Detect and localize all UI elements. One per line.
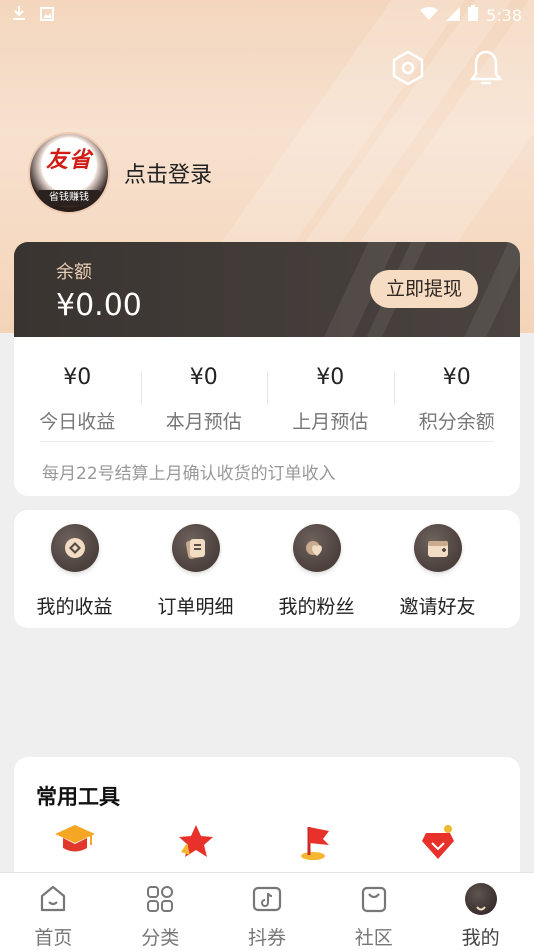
quick-menu: 我的收益 订单明细 我的粉丝 邀请好友	[14, 510, 520, 628]
download-icon	[12, 5, 26, 25]
stat-label: 今日收益	[39, 411, 116, 433]
profile-section[interactable]: 友省 省钱赚钱 点击登录	[28, 132, 212, 214]
home-icon	[0, 883, 107, 915]
tab-me[interactable]: 我的	[427, 873, 534, 950]
bell-icon[interactable]	[466, 48, 506, 88]
stat-month-estimate[interactable]: ¥0 本月预估	[140, 365, 268, 434]
balance-label: 余额	[56, 262, 92, 283]
order-icon	[171, 524, 220, 572]
fans-icon	[292, 524, 341, 572]
menu-label: 订单明细	[157, 596, 234, 618]
menu-label: 邀请好友	[399, 596, 476, 618]
me-icon	[427, 883, 534, 915]
graduation-cap-icon	[53, 823, 97, 865]
tab-home[interactable]: 首页	[0, 873, 107, 950]
tab-douyin-coupons[interactable]: 抖券	[214, 873, 321, 950]
status-bar: 5:38	[0, 0, 534, 30]
menu-order-details[interactable]: 订单明细	[135, 510, 256, 628]
tools-title: 常用工具	[36, 785, 120, 809]
star-icon	[175, 823, 217, 865]
stat-value: ¥0	[189, 365, 218, 390]
bottom-tab-bar: 首页 分类 抖券 社区 我的	[0, 872, 534, 950]
menu-my-fans[interactable]: 我的粉丝	[256, 510, 377, 628]
tool-item[interactable]	[14, 823, 135, 865]
stat-value: ¥0	[442, 365, 471, 390]
login-link[interactable]: 点击登录	[124, 157, 212, 189]
balance-card: 余额 ¥0.00 立即提现	[14, 242, 520, 337]
tab-label: 分类	[141, 927, 180, 949]
stat-value: ¥0	[316, 365, 345, 390]
invite-icon	[413, 524, 462, 572]
menu-invite-friends[interactable]: 邀请好友	[377, 510, 498, 628]
signal-icon	[446, 6, 461, 25]
image-icon	[40, 6, 54, 25]
earnings-stats-card: ¥0 今日收益 ¥0 本月预估 ¥0 上月预估 ¥0 积分余额 每月22号结算上…	[14, 337, 520, 496]
bag-icon	[320, 883, 427, 915]
stat-last-month-estimate[interactable]: ¥0 上月预估	[267, 365, 394, 434]
wifi-icon	[420, 6, 439, 25]
tab-label: 我的	[461, 927, 500, 949]
tool-item[interactable]	[256, 823, 377, 865]
menu-label: 我的收益	[36, 596, 113, 618]
flag-icon	[297, 823, 337, 865]
stat-label: 积分余额	[418, 411, 495, 433]
tool-item[interactable]	[377, 823, 498, 865]
avatar-logo-text: 友省	[45, 148, 92, 173]
stat-label: 上月预估	[292, 411, 369, 433]
gem-icon	[418, 823, 458, 865]
withdraw-button[interactable]: 立即提现	[369, 270, 478, 308]
avatar-slogan: 省钱赚钱	[38, 190, 100, 206]
stat-points-balance[interactable]: ¥0 积分余额	[393, 365, 521, 434]
menu-label: 我的粉丝	[278, 596, 355, 618]
grid-icon	[107, 883, 214, 915]
status-time: 5:38	[486, 5, 522, 25]
avatar[interactable]: 友省 省钱赚钱	[28, 132, 110, 214]
tab-community[interactable]: 社区	[320, 873, 427, 950]
stat-value: ¥0	[63, 365, 92, 390]
settings-hexagon-icon[interactable]	[388, 48, 428, 88]
stat-today-earnings[interactable]: ¥0 今日收益	[14, 365, 141, 434]
menu-my-earnings[interactable]: 我的收益	[14, 510, 135, 628]
battery-icon	[468, 5, 479, 25]
tab-label: 首页	[34, 927, 73, 949]
douyin-icon	[214, 883, 321, 915]
tab-label: 社区	[354, 927, 393, 949]
divider	[40, 441, 494, 442]
stat-label: 本月预估	[165, 411, 242, 433]
tool-item[interactable]	[135, 823, 256, 865]
tab-category[interactable]: 分类	[107, 873, 214, 950]
settlement-note: 每月22号结算上月确认收货的订单收入	[42, 464, 336, 484]
balance-value: ¥0.00	[56, 288, 142, 323]
coin-icon	[50, 524, 99, 572]
tab-label: 抖券	[247, 927, 286, 949]
